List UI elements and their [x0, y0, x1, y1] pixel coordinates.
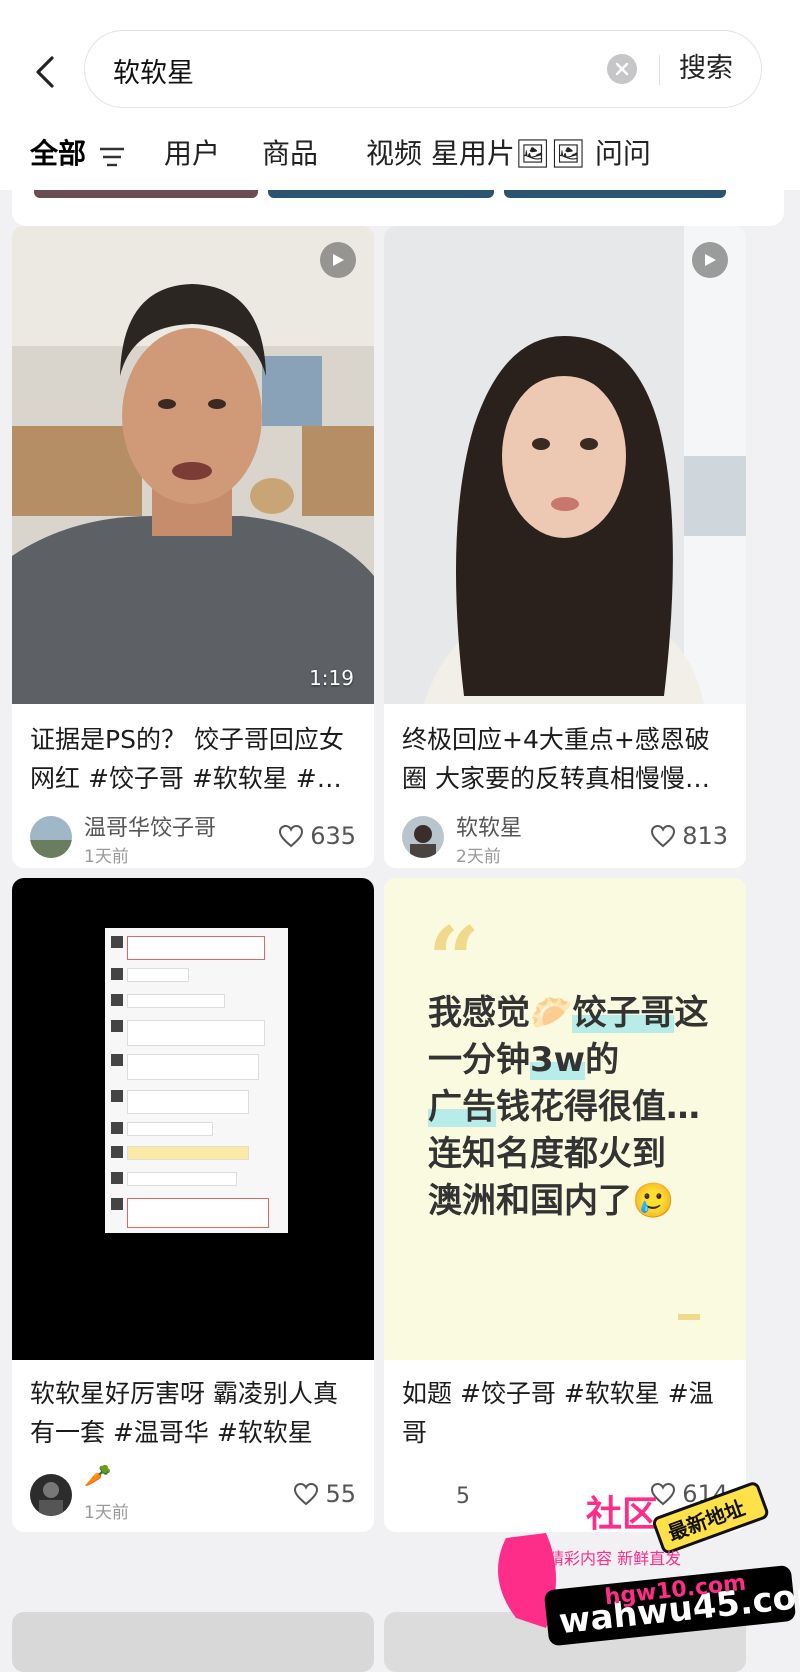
chat-screenshot-image: [105, 928, 288, 1233]
play-icon: [705, 254, 716, 266]
like-button[interactable]: 635: [278, 822, 356, 850]
tab-products[interactable]: 商品: [262, 134, 318, 174]
feed-card[interactable]: “ 我感觉🥟饺子哥这 一分钟3w的 广告钱花得很值… 连知名度都火到 澳洲和国内…: [384, 878, 746, 1532]
search-input[interactable]: [113, 51, 583, 89]
video-duration: 1:19: [309, 666, 354, 690]
divider: [659, 55, 660, 85]
feed-card[interactable]: 软软星好厉害呀 霸凌别人真有一套 #温哥华 #软软星 🥕 1天前 55: [12, 878, 374, 1532]
svg-text:社区: 社区: [586, 1494, 658, 1535]
author-name[interactable]: 5: [456, 1484, 470, 1509]
feed-card-next[interactable]: [12, 1612, 374, 1672]
author-avatar-image: [402, 816, 444, 858]
quote-icon: “: [428, 907, 480, 1013]
avatar[interactable]: [30, 1474, 72, 1516]
tab-all[interactable]: 全部: [30, 134, 86, 174]
author-name[interactable]: 🥕: [84, 1464, 111, 1489]
search-button[interactable]: 搜索: [679, 49, 755, 89]
author-avatar-image: [30, 816, 72, 858]
play-icon: [333, 254, 344, 266]
like-button[interactable]: 813: [650, 822, 728, 850]
post-title[interactable]: 如题 #饺子哥 #软软星 #温哥: [402, 1374, 732, 1452]
woman-portrait-image: [384, 226, 746, 704]
post-title[interactable]: 终极回应+4大重点+感恩破圈 大家要的反转真相慢慢看🥔…: [402, 720, 732, 798]
search-header: 搜索: [0, 0, 800, 120]
tab-glitched-overlay[interactable]: 视频 星用片🖼🖼 问问: [366, 134, 766, 174]
post-time: 1天前: [84, 847, 129, 867]
author-name[interactable]: 软软星: [456, 810, 522, 842]
video-badge: [692, 242, 728, 278]
post-thumbnail[interactable]: [12, 878, 374, 1360]
author-avatar-image: [30, 1474, 72, 1516]
filter-icon[interactable]: [98, 146, 126, 168]
post-time: 1天前: [84, 1503, 129, 1523]
post-title[interactable]: 软软星好厉害呀 霸凌别人真有一套 #温哥华 #软软星: [30, 1374, 360, 1452]
prev-thumb-2: [268, 190, 494, 198]
video-badge: [320, 242, 356, 278]
previous-row-remnant: [12, 190, 784, 226]
video-thumbnail[interactable]: 1:19: [12, 226, 374, 704]
video-thumbnail[interactable]: [384, 226, 746, 704]
feed-card[interactable]: 终极回应+4大重点+感恩破圈 大家要的反转真相慢慢看🥔… 软软星 2天前 813: [384, 226, 746, 868]
like-count: 635: [310, 822, 356, 850]
man-portrait-image: [12, 226, 374, 704]
post-title[interactable]: 证据是PS的？ 饺子哥回应女网红 #饺子哥 #软软星 #温…: [30, 720, 360, 798]
back-button[interactable]: [28, 50, 64, 94]
post-time: 2天前: [456, 847, 501, 867]
close-icon: [615, 62, 629, 76]
feed-card[interactable]: 1:19 证据是PS的？ 饺子哥回应女网红 #饺子哥 #软软星 #温… 温哥华饺…: [12, 226, 374, 868]
prev-thumb-1: [34, 190, 258, 198]
svg-text:精彩内容 新鲜直发: 精彩内容 新鲜直发: [548, 1549, 681, 1568]
clear-search-button[interactable]: [607, 54, 637, 84]
prev-thumb-3: [504, 190, 726, 198]
quote-text: 我感觉🥟饺子哥这 一分钟3w的 广告钱花得很值… 连知名度都火到 澳洲和国内了🥲: [428, 993, 709, 1221]
tab-users[interactable]: 用户: [164, 134, 220, 174]
heart-icon: [651, 824, 676, 848]
like-count: 55: [325, 1480, 356, 1508]
post-thumbnail[interactable]: “ 我感觉🥟饺子哥这 一分钟3w的 广告钱花得很值… 连知名度都火到 澳洲和国内…: [384, 878, 746, 1360]
heart-icon: [294, 1482, 319, 1506]
avatar[interactable]: [402, 816, 444, 858]
divider: [678, 1314, 700, 1320]
back-arrow-icon: [36, 56, 54, 88]
category-tabs: 全部 用户 商品 视频 星用片🖼🖼 问问: [0, 120, 800, 190]
like-count: 813: [682, 822, 728, 850]
like-button[interactable]: 55: [293, 1480, 356, 1508]
author-name[interactable]: 温哥华饺子哥: [84, 810, 216, 842]
heart-icon: [279, 824, 304, 848]
search-box[interactable]: 搜索: [84, 30, 762, 108]
watermark-logo: 社区 最新地址 精彩内容 新鲜直发 wahwu45.com hgw10.com: [476, 1478, 800, 1648]
avatar[interactable]: [30, 816, 72, 858]
